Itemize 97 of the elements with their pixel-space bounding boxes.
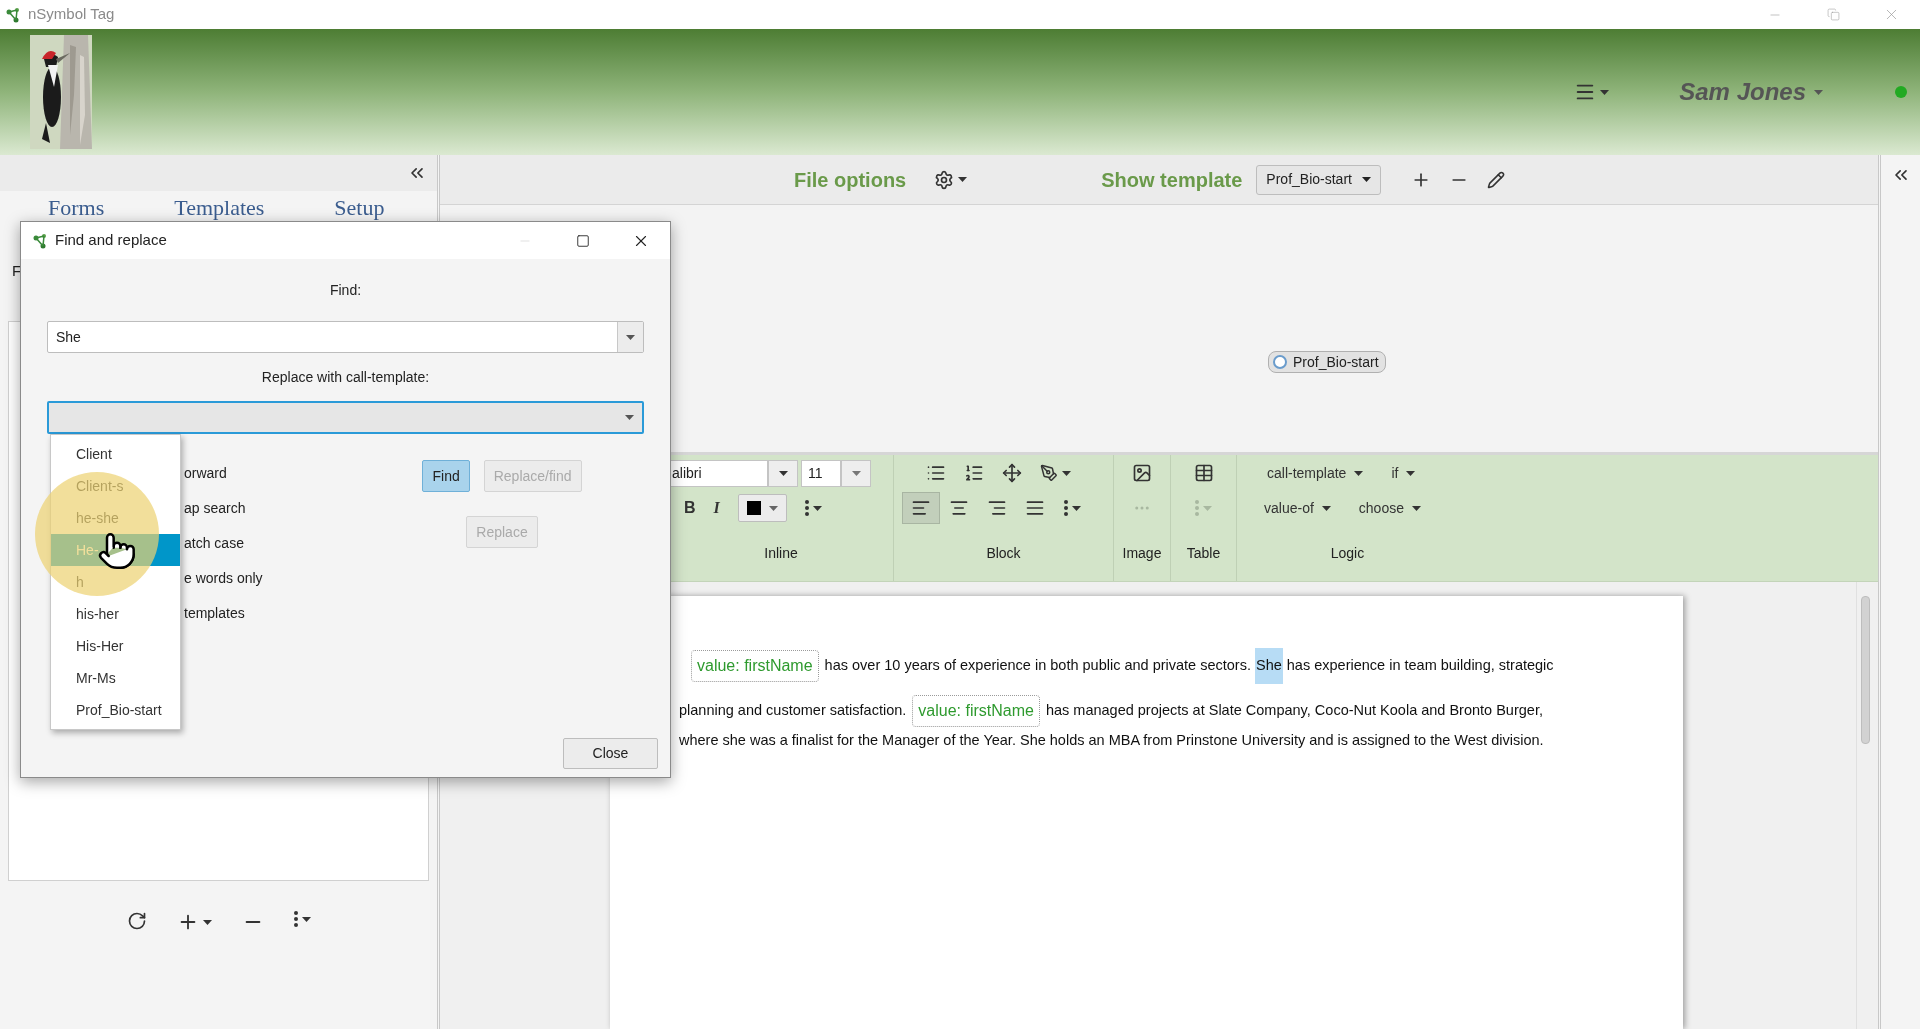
search-highlight: She [1255, 648, 1283, 684]
option-label: e words only [184, 569, 263, 588]
option-label: atch case [184, 534, 244, 553]
text-color-button[interactable] [737, 494, 787, 522]
group-label: Table [1186, 543, 1221, 563]
color-swatch-icon [746, 501, 761, 515]
option-label: orward [184, 464, 227, 483]
more-icon [293, 911, 298, 927]
find-combobox[interactable]: She [47, 321, 644, 353]
table-icon[interactable] [1193, 463, 1214, 483]
group-label: Block [986, 543, 1021, 563]
more-button[interactable] [293, 911, 311, 927]
caret-icon [1072, 505, 1081, 511]
maximize-icon[interactable] [576, 233, 590, 248]
more-button[interactable] [804, 500, 822, 516]
dropdown-item[interactable]: Prof_Bio-start [51, 694, 180, 726]
find-label: Find: [329, 280, 362, 300]
logo-icon [31, 231, 49, 250]
document-text: has experience in team building, strategic [1286, 656, 1554, 676]
caret-icon [1203, 505, 1212, 511]
align-icon [949, 498, 969, 518]
replace-label: Replace with call-template: [261, 367, 430, 387]
caret-icon [1062, 470, 1071, 476]
field-label: F [12, 260, 22, 281]
image-icon[interactable] [1132, 463, 1152, 483]
option-label: ap search [184, 499, 246, 518]
settings-icon [934, 169, 955, 190]
document-text: has managed projects at Slate Company, Coco-Nut Koola and Bronto Burger, [1045, 701, 1543, 721]
caret-icon [626, 334, 635, 340]
caret-icon [958, 177, 968, 182]
size-field[interactable]: 11 [801, 459, 841, 487]
align-button[interactable] [902, 492, 940, 524]
panel-tab[interactable]: Setup [334, 195, 385, 221]
settings-button[interactable] [934, 169, 968, 190]
caret-icon [1411, 505, 1421, 511]
font-dropdown-button[interactable] [768, 459, 798, 487]
template-node[interactable]: Prof_Bio-start [1268, 351, 1386, 373]
more-button[interactable] [1064, 500, 1081, 516]
pen-icon [1040, 464, 1058, 482]
panel-tab[interactable]: Forms [48, 195, 105, 221]
panel-tab[interactable]: Templates [174, 195, 265, 221]
logic-dropdown[interactable]: value-of [1264, 497, 1331, 519]
caret-icon [301, 916, 311, 922]
dialog-title: Find and replace [55, 230, 167, 251]
italic-button[interactable]: I [713, 496, 720, 520]
caret-icon [1406, 470, 1416, 476]
dropdown-item[interactable]: Mr-Ms [51, 662, 180, 694]
dropdown-item[interactable]: his-her [51, 598, 180, 630]
caret-icon [778, 470, 788, 476]
pen-button[interactable] [1040, 464, 1071, 482]
logo-icon [4, 5, 22, 24]
show-template-label: Show template [1101, 167, 1243, 193]
caret-icon [768, 505, 778, 511]
hand-cursor-icon [97, 531, 137, 571]
dropdown-item[interactable]: Client [51, 438, 180, 470]
logic-dropdown[interactable]: choose [1358, 497, 1421, 519]
caret-icon [1354, 470, 1364, 476]
font-field[interactable]: alibri [669, 459, 768, 487]
document-text: planning and customer satisfaction. [679, 701, 907, 721]
group-label: Image [1122, 543, 1162, 563]
logic-dropdown[interactable]: if [1391, 462, 1416, 484]
more-icon [1195, 500, 1199, 516]
caret-icon [624, 415, 634, 420]
document-text: where she was a finalist for the Manager of the Year. She holds an MBA from Prinstone University and is assigned to the West division. [679, 731, 1544, 751]
numbered-list-icon[interactable] [964, 463, 984, 483]
close-dialog-button[interactable]: Close [563, 738, 658, 769]
option-label: templates [184, 604, 245, 623]
node-radio-icon [1273, 355, 1287, 369]
more-icon [804, 500, 809, 516]
template-dropdown[interactable]: Prof_Bio-start [1256, 164, 1381, 195]
more-icon [1064, 500, 1068, 516]
align-icon [911, 498, 931, 518]
align-icon [987, 498, 1007, 518]
size-dropdown-button[interactable] [841, 459, 871, 487]
caret-icon [202, 919, 212, 925]
caret-icon [1361, 177, 1371, 182]
scrollbar[interactable] [1856, 582, 1873, 1029]
caret-icon [851, 470, 861, 476]
caret-icon [1321, 505, 1331, 511]
move-icon[interactable] [1002, 463, 1022, 483]
group-label: Inline [764, 543, 798, 563]
dropdown-item[interactable]: His-Her [51, 630, 180, 662]
file-options-label: File options [794, 167, 907, 193]
caret-icon [812, 505, 822, 511]
bold-button[interactable]: B [684, 496, 696, 520]
document-text: has over 10 years of experience in both public and private sectors. [824, 656, 1251, 676]
caret-icon [1814, 89, 1823, 95]
edit-icon[interactable] [1486, 170, 1505, 189]
group-label: Logic [1330, 543, 1365, 563]
align-icon [1025, 498, 1045, 518]
refresh-icon[interactable] [126, 911, 147, 931]
bullet-list-icon[interactable] [926, 463, 946, 483]
window-title: nSymbol Tag [28, 4, 115, 25]
logic-dropdown[interactable]: call-template [1267, 462, 1364, 484]
scroll-thumb[interactable] [1860, 596, 1870, 744]
dialog-button[interactable]: Find [422, 460, 470, 492]
caret-icon [1600, 89, 1610, 95]
